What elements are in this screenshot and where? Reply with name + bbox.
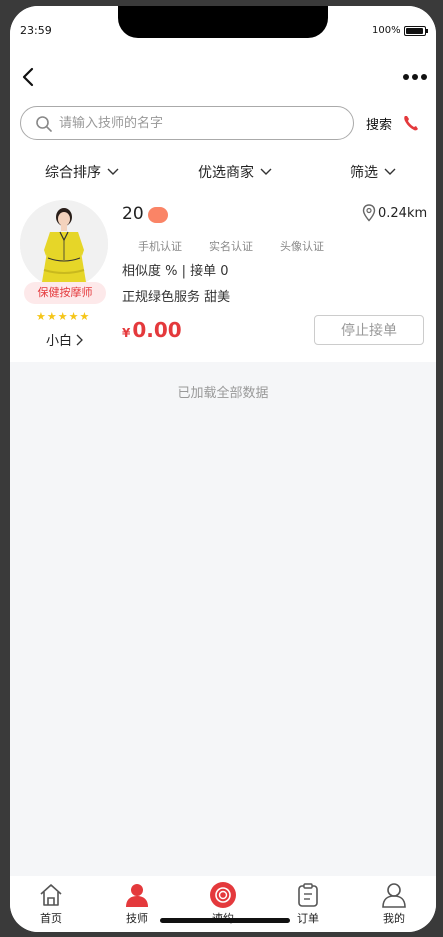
price: ¥0.00 <box>122 318 182 342</box>
filter-bar: 综合排序 优选商家 筛选 <box>10 154 436 198</box>
sort-filter-label: 综合排序 <box>45 165 101 181</box>
cert-phone: 手机认证 <box>138 240 182 253</box>
person-icon <box>126 884 148 907</box>
battery-level <box>406 28 423 34</box>
chevron-down-icon <box>260 168 272 175</box>
price-value: 0.00 <box>132 318 182 342</box>
search-icon <box>36 116 52 132</box>
cert-avatar: 头像认证 <box>280 240 324 253</box>
chevron-down-icon <box>384 168 396 175</box>
phone-screen: 23:59 100% 搜索 综合排序 优选商家 筛选 <box>10 6 436 932</box>
more-icon[interactable] <box>402 72 428 82</box>
gender-badge <box>148 207 168 223</box>
tab-bar: 首页 技师 速约 订单 我的 <box>10 876 436 932</box>
location-pin-icon <box>362 204 376 222</box>
tab-technician[interactable]: 技师 <box>107 882 167 926</box>
price-currency: ¥ <box>122 326 131 340</box>
home-indicator <box>160 918 290 923</box>
rating-stars: ★★★★★ <box>36 310 91 323</box>
loaded-all-text: 已加载全部数据 <box>177 386 269 401</box>
technician-stats: 相似度 % | 接单 0 <box>122 264 229 279</box>
notch <box>118 6 328 38</box>
search-input[interactable] <box>59 113 339 133</box>
technician-card[interactable]: 保健按摩师 ★★★★★ 小白 20 0.24km 手机认证 实名认证 头像认证 相似… <box>10 198 436 362</box>
screen-filter[interactable]: 筛选 <box>350 162 396 182</box>
technician-age: 20 <box>122 204 144 224</box>
phone-icon[interactable] <box>402 114 420 132</box>
screen-filter-label: 筛选 <box>350 165 378 181</box>
merchant-filter-label: 优选商家 <box>198 165 254 181</box>
technician-photo <box>20 200 108 288</box>
battery-cap <box>426 29 428 33</box>
cert-realname: 实名认证 <box>209 240 253 253</box>
search-row: 搜索 <box>10 104 436 154</box>
certifications: 手机认证 实名认证 头像认证 <box>138 238 351 254</box>
battery-percent: 100% <box>372 25 401 36</box>
stop-orders-button[interactable]: 停止接单 <box>314 315 424 345</box>
back-arrow-icon[interactable] <box>18 66 40 88</box>
role-badge: 保健按摩师 <box>24 282 106 304</box>
tab-mine[interactable]: 我的 <box>364 882 424 926</box>
call-icon <box>210 882 236 908</box>
tab-technician-label: 技师 <box>126 912 148 925</box>
battery-icon <box>404 26 426 36</box>
technician-name: 小白 <box>46 334 73 349</box>
status-time: 23:59 <box>20 24 52 37</box>
search-box[interactable] <box>20 106 354 140</box>
technician-description: 正规绿色服务 甜美 <box>122 290 231 305</box>
technician-name-link[interactable]: 小白 <box>46 330 84 349</box>
chevron-down-icon <box>107 168 119 175</box>
nav-bar <box>10 50 436 104</box>
home-icon <box>40 884 62 906</box>
tab-home-label: 首页 <box>40 912 62 925</box>
sort-filter[interactable]: 综合排序 <box>45 162 119 182</box>
search-button[interactable]: 搜索 <box>366 114 392 133</box>
merchant-filter[interactable]: 优选商家 <box>198 162 272 182</box>
tab-home[interactable]: 首页 <box>21 882 81 926</box>
chevron-right-icon <box>76 334 83 345</box>
distance: 0.24km <box>378 206 428 221</box>
user-icon <box>382 883 406 908</box>
clipboard-icon <box>298 883 318 907</box>
tab-mine-label: 我的 <box>383 912 405 925</box>
avatar[interactable] <box>20 200 108 288</box>
